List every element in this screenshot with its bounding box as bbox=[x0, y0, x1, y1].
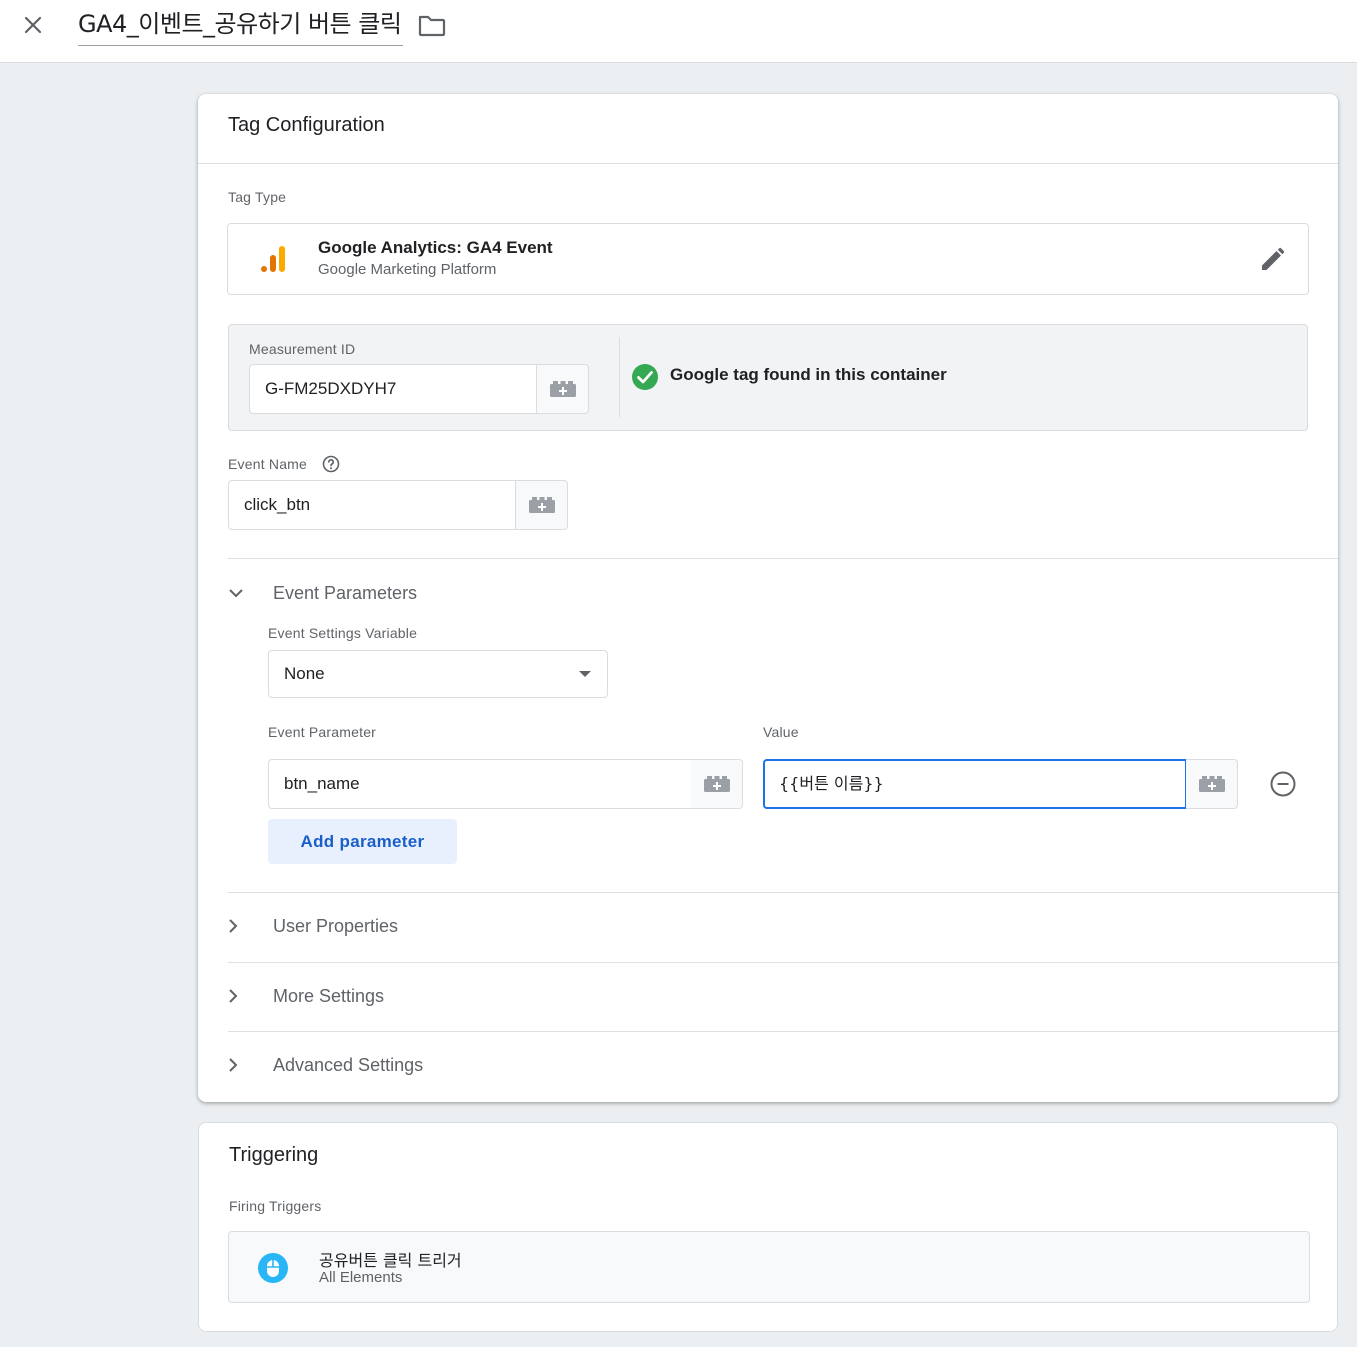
value-column-label: Value bbox=[763, 724, 799, 740]
variable-brick-icon bbox=[549, 381, 576, 397]
event-settings-variable-label: Event Settings Variable bbox=[268, 625, 418, 641]
more-settings-toggle[interactable]: More Settings bbox=[228, 976, 384, 1016]
pencil-icon[interactable] bbox=[1258, 246, 1286, 274]
chevron-right-icon bbox=[229, 919, 238, 933]
help-icon[interactable] bbox=[322, 455, 340, 473]
variable-picker-button[interactable] bbox=[516, 480, 568, 530]
measurement-id-input[interactable]: G-FM25DXDYH7 bbox=[249, 364, 537, 414]
event-parameter-column-label: Event Parameter bbox=[268, 724, 377, 740]
close-icon bbox=[24, 16, 42, 34]
section-title: Advanced Settings bbox=[273, 1054, 424, 1075]
variable-brick-icon bbox=[1198, 776, 1225, 792]
variable-picker-button[interactable] bbox=[537, 364, 589, 414]
divider bbox=[198, 163, 1338, 164]
google-tag-status: Google tag found in this container bbox=[670, 365, 947, 384]
firing-triggers-label: Firing Triggers bbox=[229, 1198, 322, 1214]
add-parameter-button[interactable]: Add parameter bbox=[268, 819, 457, 864]
variable-picker-button[interactable] bbox=[691, 759, 743, 809]
chevron-down-icon bbox=[229, 589, 243, 598]
folder-button[interactable] bbox=[418, 12, 446, 38]
section-title: User Properties bbox=[273, 915, 399, 936]
tag-type-name: Google Analytics: GA4 Event bbox=[318, 238, 553, 257]
firing-trigger-item[interactable]: 공유버튼 클릭 트리거 All Elements bbox=[228, 1231, 1310, 1303]
separator bbox=[619, 337, 620, 417]
tag-type-platform: Google Marketing Platform bbox=[318, 261, 497, 278]
tag-type-label: Tag Type bbox=[228, 189, 287, 205]
trigger-name: 공유버튼 클릭 트리거 bbox=[319, 1251, 462, 1270]
divider bbox=[228, 1031, 1338, 1032]
user-properties-toggle[interactable]: User Properties bbox=[228, 906, 398, 946]
dropdown-caret-icon bbox=[579, 671, 591, 677]
advanced-settings-toggle[interactable]: Advanced Settings bbox=[228, 1045, 423, 1085]
select-value: None bbox=[284, 664, 325, 683]
measurement-id-label: Measurement ID bbox=[249, 341, 356, 357]
event-settings-variable-select[interactable]: None bbox=[268, 650, 608, 698]
section-title: More Settings bbox=[273, 985, 385, 1006]
section-title: Event Parameters bbox=[273, 582, 418, 603]
tag-type-selector[interactable]: Google Analytics: GA4 Event Google Marke… bbox=[227, 223, 1309, 295]
variable-brick-icon bbox=[528, 497, 555, 513]
tag-configuration-card: Tag Configuration Tag Type Google Analyt… bbox=[198, 94, 1338, 1102]
tag-name-input[interactable]: GA4_이벤트_공유하기 버튼 클릭 bbox=[78, 6, 404, 46]
event-name-input[interactable]: click_btn bbox=[228, 480, 516, 530]
check-circle-icon bbox=[632, 364, 658, 390]
card-title: Triggering bbox=[229, 1144, 319, 1166]
divider bbox=[228, 892, 1338, 893]
event-parameters-toggle[interactable]: Event Parameters bbox=[228, 573, 417, 613]
editor-header: GA4_이벤트_공유하기 버튼 클릭 bbox=[0, 0, 1357, 63]
close-button[interactable] bbox=[16, 8, 50, 42]
event-name-label: Event Name bbox=[228, 456, 308, 472]
variable-brick-icon bbox=[703, 776, 730, 792]
mouse-click-icon bbox=[258, 1253, 288, 1283]
trigger-type: All Elements bbox=[319, 1269, 403, 1286]
variable-picker-button[interactable] bbox=[1186, 759, 1238, 809]
measurement-id-panel: Measurement ID G-FM25DXDYH7 Google tag f… bbox=[228, 324, 1308, 431]
divider bbox=[228, 962, 1338, 963]
divider bbox=[228, 558, 1338, 559]
folder-icon bbox=[418, 15, 446, 37]
card-title: Tag Configuration bbox=[228, 114, 385, 136]
event-parameter-value-input[interactable]: {{버튼 이름}} bbox=[763, 759, 1187, 809]
google-analytics-icon bbox=[261, 246, 285, 272]
remove-row-icon[interactable] bbox=[1269, 770, 1297, 798]
triggering-card: Triggering Firing Triggers 공유버튼 클릭 트리거 A… bbox=[198, 1122, 1338, 1332]
chevron-right-icon bbox=[229, 1058, 238, 1072]
chevron-right-icon bbox=[229, 989, 238, 1003]
event-parameter-input[interactable]: btn_name bbox=[268, 759, 692, 809]
